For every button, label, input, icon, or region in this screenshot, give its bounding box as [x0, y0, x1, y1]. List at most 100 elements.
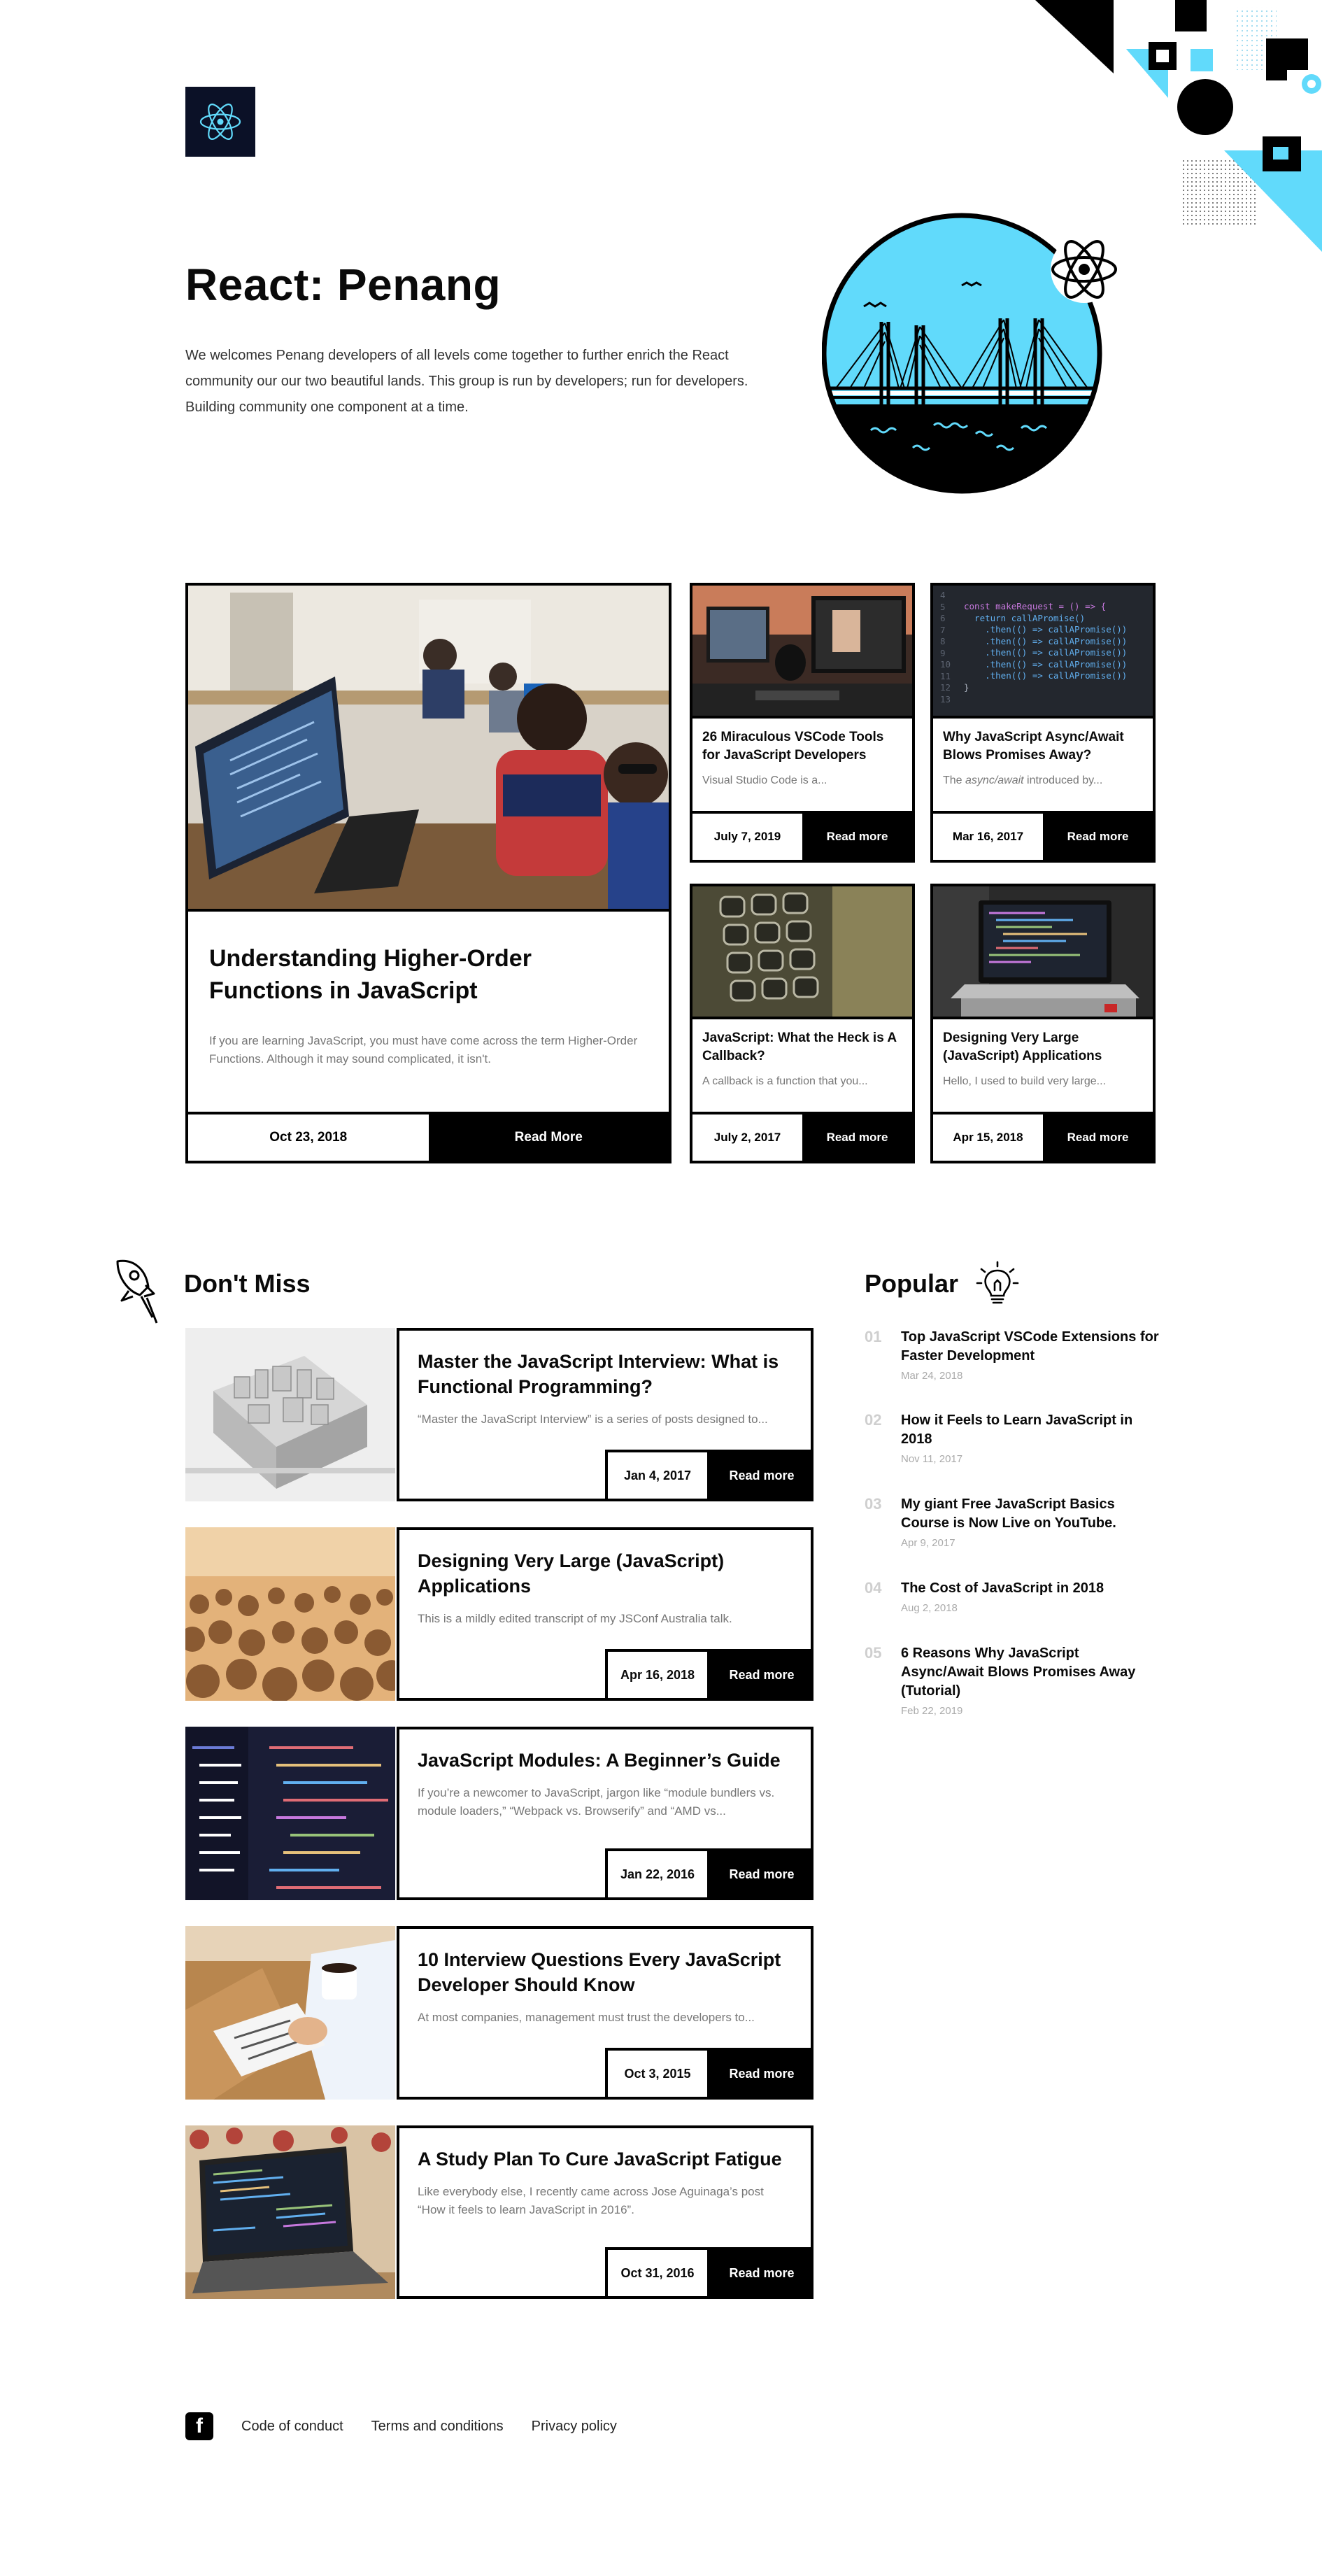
read-more-button[interactable]: Read more — [710, 2048, 813, 2100]
popular-rank: 04 — [865, 1579, 882, 1597]
featured-main-title[interactable]: Understanding Higher-Order Functions in … — [209, 942, 648, 1007]
featured-main-card[interactable]: Understanding Higher-Order Functions in … — [185, 583, 672, 1163]
list-item-title[interactable]: Master the JavaScript Interview: What is… — [418, 1349, 793, 1399]
featured-card-body: 26 Miraculous VSCode Tools for JavaScrip… — [692, 716, 912, 814]
list-item-title[interactable]: JavaScript Modules: A Beginner’s Guide — [418, 1748, 793, 1773]
code-line-number: 6 — [940, 613, 946, 623]
section-heading-popular: Popular — [865, 1269, 959, 1298]
read-more-button[interactable]: Read more — [710, 2247, 813, 2299]
post-thumbnail — [185, 1926, 395, 2100]
code-line: return callAPromise() — [964, 612, 1086, 623]
popular-title[interactable]: How it Feels to Learn JavaScript in 2018 — [901, 1411, 1160, 1449]
list-item[interactable]: Designing Very Large (JavaScript) Applic… — [185, 1527, 813, 1701]
site-logo[interactable] — [185, 87, 255, 157]
list-item-title[interactable]: A Study Plan To Cure JavaScript Fatigue — [418, 2146, 793, 2172]
featured-card[interactable]: 26 Miraculous VSCode Tools for JavaScrip… — [690, 583, 915, 863]
post-date: Mar 16, 2017 — [933, 814, 1043, 860]
featured-card-excerpt: Visual Studio Code is a... — [702, 774, 827, 786]
featured-card-footer: Mar 16, 2017 Read more — [933, 811, 1153, 860]
list-item-title[interactable]: 10 Interview Questions Every JavaScript … — [418, 1947, 793, 1997]
featured-main-image — [188, 586, 669, 909]
featured-card-title[interactable]: Designing Very Large (JavaScript) Applic… — [943, 1029, 1143, 1066]
read-more-button[interactable]: Read More — [428, 1114, 669, 1161]
code-line-number: 8 — [940, 636, 946, 646]
list-item-box: Designing Very Large (JavaScript) Applic… — [397, 1527, 813, 1701]
read-more-button[interactable]: Read more — [1043, 814, 1153, 860]
code-line: .then(() => callAPromise()) — [964, 670, 1128, 681]
featured-card-image: 4 5 6 7 8 9 10 11 12 13 const makeRequest = () =>… — [933, 586, 1153, 716]
featured-card-title[interactable]: 26 Miraculous VSCode Tools for JavaScrip… — [702, 728, 902, 765]
read-more-button[interactable]: Read more — [710, 1649, 813, 1701]
post-date: July 2, 2017 — [692, 1114, 802, 1161]
featured-card-title[interactable]: Why JavaScript Async/Await Blows Promise… — [943, 728, 1143, 765]
post-date: Apr 16, 2018 — [605, 1649, 710, 1701]
code-line: } — [964, 681, 969, 693]
code-line-numbers: 4 5 6 7 8 9 10 11 12 13 — [940, 590, 951, 705]
footer-link-code-of-conduct[interactable]: Code of conduct — [241, 2419, 343, 2435]
featured-card-image — [692, 586, 912, 716]
read-more-button[interactable]: Read more — [1043, 1114, 1153, 1161]
post-date: Apr 15, 2018 — [933, 1114, 1043, 1161]
read-more-button[interactable]: Read more — [710, 1848, 813, 1900]
footer-link-privacy[interactable]: Privacy policy — [532, 2419, 617, 2435]
penang-bridge-illustration — [822, 213, 1118, 494]
code-line: const makeRequest = () => { — [964, 601, 1107, 611]
post-thumbnail — [185, 1328, 395, 1501]
code-line-number: 9 — [940, 647, 946, 658]
featured-card-footer: July 7, 2019 Read more — [692, 811, 912, 860]
popular-date: Aug 2, 2018 — [901, 1602, 958, 1614]
featured-card[interactable]: 4 5 6 7 8 9 10 11 12 13 const makeRequest = () =>… — [930, 583, 1156, 863]
popular-date: Feb 22, 2019 — [901, 1705, 963, 1717]
code-line: .then(() => callAPromise()) — [964, 658, 1128, 670]
code-line-number: 7 — [940, 624, 946, 635]
react-atom-icon — [1051, 236, 1118, 303]
featured-card-footer: July 2, 2017 Read more — [692, 1112, 912, 1161]
popular-title[interactable]: Top JavaScript VSCode Extensions for Fas… — [901, 1328, 1160, 1366]
featured-card-excerpt: The async/await introduced by... — [943, 774, 1143, 787]
featured-card-image — [933, 886, 1153, 1017]
footer-link-terms[interactable]: Terms and conditions — [371, 2419, 504, 2435]
read-more-button[interactable]: Read more — [710, 1450, 813, 1501]
code-line-number: 10 — [940, 659, 951, 670]
list-item-footer: Oct 31, 2016 Read more — [605, 2247, 813, 2299]
featured-card-title[interactable]: JavaScript: What the Heck is A Callback? — [702, 1029, 902, 1066]
popular-title[interactable]: My giant Free JavaScript Basics Course i… — [901, 1495, 1160, 1533]
post-thumbnail — [185, 1727, 395, 1900]
post-date: Oct 31, 2016 — [605, 2247, 710, 2299]
popular-date: Mar 24, 2018 — [901, 1370, 963, 1382]
list-item-excerpt: This is a mildly edited transcript of my… — [418, 1612, 732, 1625]
facebook-icon[interactable]: f — [185, 2412, 213, 2440]
popular-rank: 02 — [865, 1411, 882, 1429]
section-heading-dont-miss: Don't Miss — [184, 1269, 311, 1298]
code-snippet: const makeRequest = () => { return callA… — [964, 601, 1127, 693]
featured-card[interactable]: Designing Very Large (JavaScript) Applic… — [930, 884, 1156, 1163]
list-item-box: Master the JavaScript Interview: What is… — [397, 1328, 813, 1501]
list-item[interactable]: Master the JavaScript Interview: What is… — [185, 1328, 813, 1501]
featured-card-body: JavaScript: What the Heck is A Callback?… — [692, 1017, 912, 1114]
featured-main-footer: Oct 23, 2018 Read More — [188, 1112, 669, 1161]
code-line: .then(() => callAPromise()) — [964, 624, 1128, 635]
excerpt-text: The — [943, 774, 966, 786]
featured-card-body: Why JavaScript Async/Await Blows Promise… — [933, 716, 1153, 814]
popular-title[interactable]: The Cost of JavaScript in 2018 — [901, 1579, 1160, 1598]
page-title: React: Penang — [185, 260, 502, 310]
read-more-button[interactable]: Read more — [802, 814, 912, 860]
code-line: .then(() => callAPromise()) — [964, 647, 1128, 658]
featured-card[interactable]: JavaScript: What the Heck is A Callback?… — [690, 884, 915, 1163]
code-line-number: 4 — [940, 590, 946, 600]
list-item-excerpt: At most companies, management must trust… — [418, 2011, 755, 2024]
list-item-footer: Jan 4, 2017 Read more — [605, 1450, 813, 1501]
post-date: Oct 23, 2018 — [188, 1114, 429, 1161]
code-line-number: 5 — [940, 601, 946, 612]
list-item[interactable]: A Study Plan To Cure JavaScript Fatigue … — [185, 2125, 813, 2299]
post-date: Jan 4, 2017 — [605, 1450, 710, 1501]
post-date: Jan 22, 2016 — [605, 1848, 710, 1900]
list-item-title[interactable]: Designing Very Large (JavaScript) Applic… — [418, 1548, 793, 1599]
code-line-number: 13 — [940, 693, 951, 705]
read-more-button[interactable]: Read more — [802, 1114, 912, 1161]
list-item[interactable]: 10 Interview Questions Every JavaScript … — [185, 1926, 813, 2100]
popular-title[interactable]: 6 Reasons Why JavaScript Async/Await Blo… — [901, 1644, 1160, 1701]
code-line-number: 11 — [940, 670, 951, 681]
featured-card-body: Designing Very Large (JavaScript) Applic… — [933, 1017, 1153, 1114]
list-item[interactable]: JavaScript Modules: A Beginner’s Guide I… — [185, 1727, 813, 1900]
